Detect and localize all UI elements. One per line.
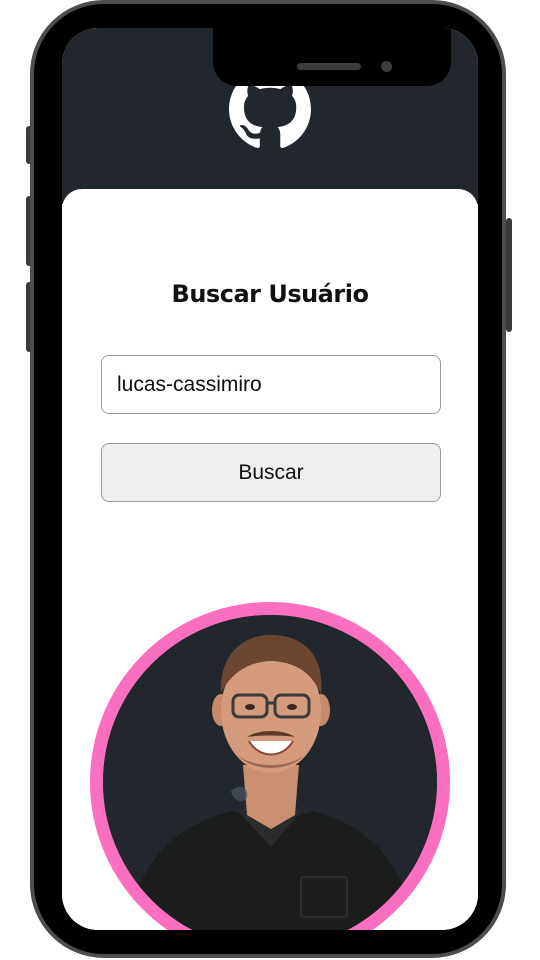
- username-search-input[interactable]: [101, 355, 441, 414]
- page-title: Buscar Usuário: [171, 280, 369, 308]
- power-button: [506, 218, 512, 332]
- speaker-grille: [297, 63, 361, 70]
- phone-screen: Buscar Usuário Buscar: [62, 28, 478, 930]
- search-button[interactable]: Buscar: [101, 443, 441, 502]
- phone-notch: [213, 28, 451, 86]
- user-avatar-photo: [103, 615, 437, 930]
- front-camera: [381, 61, 392, 72]
